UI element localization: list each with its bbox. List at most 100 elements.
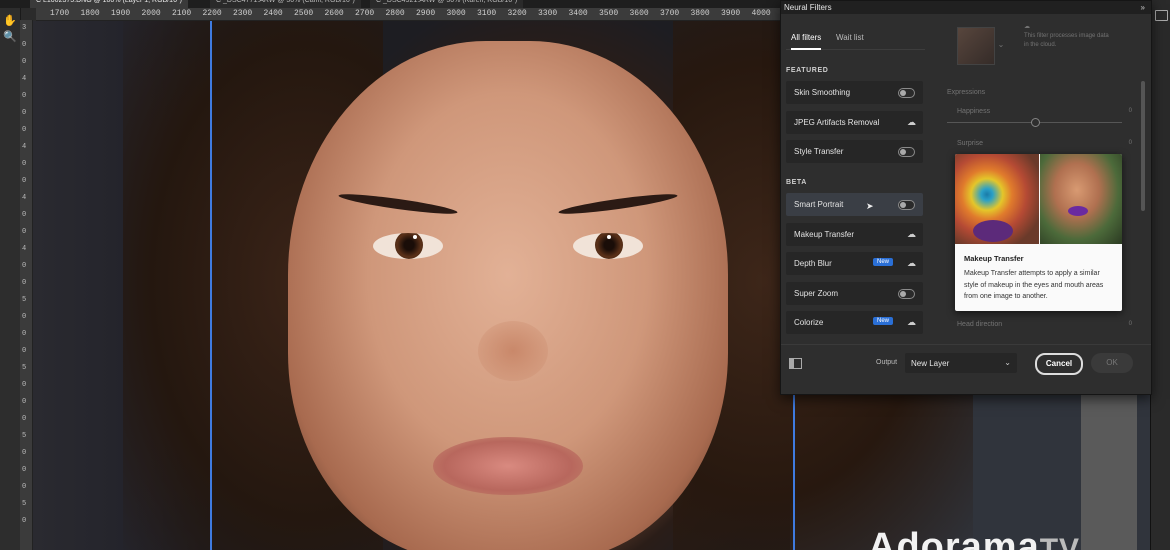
ruler-tick-label: 0: [22, 330, 27, 338]
cloud-download-icon[interactable]: ☁: [907, 317, 916, 328]
ruler-tick-label: 0: [22, 211, 27, 219]
beta-heading: BETA: [786, 179, 807, 186]
vertical-ruler[interactable]: 3 0 0 4 0 0 0 4 0 0 4 0 0 4 0 0 5 0 0 0 5 0 0 0 5 0 0 0 5 0: [20, 20, 33, 550]
output-select[interactable]: New Layer ⌄: [905, 353, 1017, 373]
tab-wait-list[interactable]: Wait list: [836, 33, 864, 42]
filter-jpeg-artifacts-removal[interactable]: JPEG Artifacts Removal ☁: [786, 111, 923, 134]
ruler-tick-label: 3000: [446, 9, 466, 18]
featured-heading: FEATURED: [786, 67, 829, 74]
ruler-tick-label: 0: [22, 160, 27, 168]
watermark-logo: AdoramaTV: [868, 526, 1081, 550]
tooltip-example-image-makeup: [955, 154, 1039, 244]
ruler-tick-label: 5: [22, 364, 27, 372]
ruler-tick-label: 3: [22, 24, 27, 32]
ruler-tick-label: 0: [22, 347, 27, 355]
reference-image-thumbnail[interactable]: [957, 27, 995, 65]
collapse-icon[interactable]: »: [1141, 1, 1145, 14]
happiness-value: 0: [1128, 108, 1132, 114]
ok-button[interactable]: OK: [1091, 353, 1133, 373]
ruler-tick-label: 3100: [477, 9, 497, 18]
ruler-tick-label: 0: [22, 517, 27, 525]
filter-makeup-transfer[interactable]: Makeup Transfer ☁: [786, 223, 923, 246]
guide-line-left[interactable]: [210, 21, 212, 550]
panel-titlebar[interactable]: Neural Filters »: [781, 1, 1151, 14]
nose: [478, 321, 548, 381]
left-eye-glint: [413, 235, 417, 239]
toggle-switch[interactable]: [898, 88, 915, 98]
ruler-tick-label: 3200: [507, 9, 527, 18]
horizontal-ruler[interactable]: 1700 1800 1900 2000 2100 2200 2300 2400 2500 2600…: [36, 8, 780, 21]
tooltip-title: Makeup Transfer: [964, 254, 1024, 263]
filter-tabs: All filters Wait list: [786, 23, 925, 50]
tab-all-filters[interactable]: All filters: [791, 33, 822, 50]
filter-label: Depth Blur: [794, 259, 832, 268]
ruler-tick-label: 0: [22, 228, 27, 236]
filter-skin-smoothing[interactable]: Skin Smoothing: [786, 81, 923, 104]
doc-tab-1[interactable]: C L1002375.DNG @ 100% (Layer 1, RGB/16*): [30, 0, 189, 8]
ruler-tick-label: 4: [22, 75, 27, 83]
ruler-tick-label: 0: [22, 109, 27, 117]
ruler-tick-label: 0: [22, 398, 27, 406]
ruler-tick-label: 1800: [80, 9, 100, 18]
toggle-switch[interactable]: [898, 147, 915, 157]
ruler-tick-label: 2400: [263, 9, 283, 18]
ruler-tick-label: 0: [22, 262, 27, 270]
ruler-tick-label: 3400: [568, 9, 588, 18]
settings-scrollbar[interactable]: [1141, 81, 1145, 211]
preview-toggle-icon[interactable]: [789, 358, 802, 369]
left-eye: [373, 233, 443, 259]
expressions-label: Expressions: [947, 89, 986, 96]
ruler-tick-label: 4: [22, 245, 27, 253]
ruler-tick-label: 2100: [172, 9, 192, 18]
ruler-tick-label: 0: [22, 58, 27, 66]
cloud-download-icon[interactable]: ☁: [907, 258, 916, 269]
ruler-tick-label: 4: [22, 194, 27, 202]
ruler-tick-label: 3600: [629, 9, 649, 18]
ruler-tick-label: 0: [22, 279, 27, 287]
happiness-slider-knob[interactable]: [1031, 118, 1040, 127]
head-direction-label: Head direction: [957, 321, 1003, 328]
filter-super-zoom[interactable]: Super Zoom: [786, 282, 923, 305]
filter-list: All filters Wait list FEATURED Skin Smoo…: [786, 23, 925, 334]
filter-style-transfer[interactable]: Style Transfer: [786, 140, 923, 163]
chevron-down-icon[interactable]: ⌄: [995, 27, 1007, 63]
cancel-button[interactable]: Cancel: [1035, 353, 1083, 375]
ruler-tick-label: 2600: [324, 9, 344, 18]
ruler-tick-label: 5: [22, 500, 27, 508]
tooltip-example-image-result: [1040, 154, 1122, 244]
filter-label: Colorize: [794, 318, 824, 327]
lips: [433, 437, 583, 495]
ruler-tick-label: 2700: [355, 9, 375, 18]
cloud-processing-note: ☁ This filter processes image data in th…: [1024, 23, 1114, 50]
ruler-tick-label: 2200: [202, 9, 222, 18]
filter-depth-blur[interactable]: Depth Blur New ☁: [786, 252, 923, 275]
ruler-tick-label: 0: [22, 415, 27, 423]
ruler-tick-label: 0: [22, 466, 27, 474]
filter-label: Skin Smoothing: [794, 88, 851, 97]
right-dock: [1150, 0, 1170, 550]
doc-tab-3[interactable]: C _DSC4921.ARW @ 50% (Karen, RGB/16*): [370, 0, 524, 8]
panel-icon[interactable]: [1155, 10, 1168, 21]
cloud-download-icon[interactable]: ☁: [907, 117, 916, 128]
filter-smart-portrait[interactable]: Smart Portrait ➤: [786, 193, 923, 216]
panel-title: Neural Filters: [784, 3, 832, 12]
ruler-tick-label: 2900: [416, 9, 436, 18]
toggle-switch[interactable]: [898, 289, 915, 299]
ruler-tick-label: 2300: [233, 9, 253, 18]
new-badge: New: [872, 258, 893, 266]
surprise-label: Surprise: [957, 140, 984, 147]
toggle-switch[interactable]: [898, 200, 915, 210]
ruler-tick-label: 4000: [751, 9, 771, 18]
head-direction-value: 0: [1128, 321, 1132, 327]
filter-colorize[interactable]: Colorize New ☁: [786, 311, 923, 334]
filter-label: Super Zoom: [794, 289, 839, 298]
hand-icon[interactable]: ✋: [3, 14, 17, 28]
cloud-download-icon[interactable]: ☁: [907, 229, 916, 240]
ruler-tick-label: 3900: [721, 9, 741, 18]
ruler-tick-label: 1900: [111, 9, 131, 18]
doc-tab-2[interactable]: C _DSC4771.ARW @ 50% (Cami, RGB/16*): [210, 0, 361, 8]
zoom-icon[interactable]: 🔍: [3, 30, 17, 44]
cloud-icon: ☁: [1024, 24, 1030, 30]
tooltip-body: Makeup Transfer attempts to apply a simi…: [964, 270, 1104, 300]
guide-line-right[interactable]: [793, 393, 795, 550]
